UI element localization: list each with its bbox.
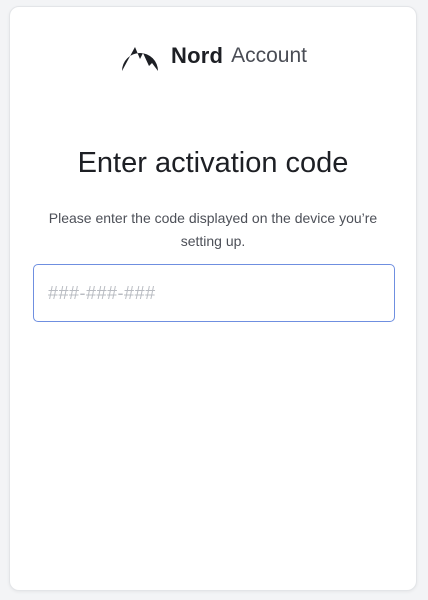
page-title: Enter activation code bbox=[77, 147, 349, 179]
activation-code-input[interactable] bbox=[33, 264, 395, 322]
nord-account-logo: Nord Account bbox=[10, 39, 416, 73]
activation-card: Nord Account Enter activation code Pleas… bbox=[9, 6, 417, 591]
nord-mountain-icon bbox=[121, 47, 158, 71]
brand-name-bold: Nord bbox=[170, 43, 224, 68]
brand-name-light: Account bbox=[231, 44, 308, 67]
instructions-text: Please enter the code displayed on the d… bbox=[48, 210, 378, 249]
